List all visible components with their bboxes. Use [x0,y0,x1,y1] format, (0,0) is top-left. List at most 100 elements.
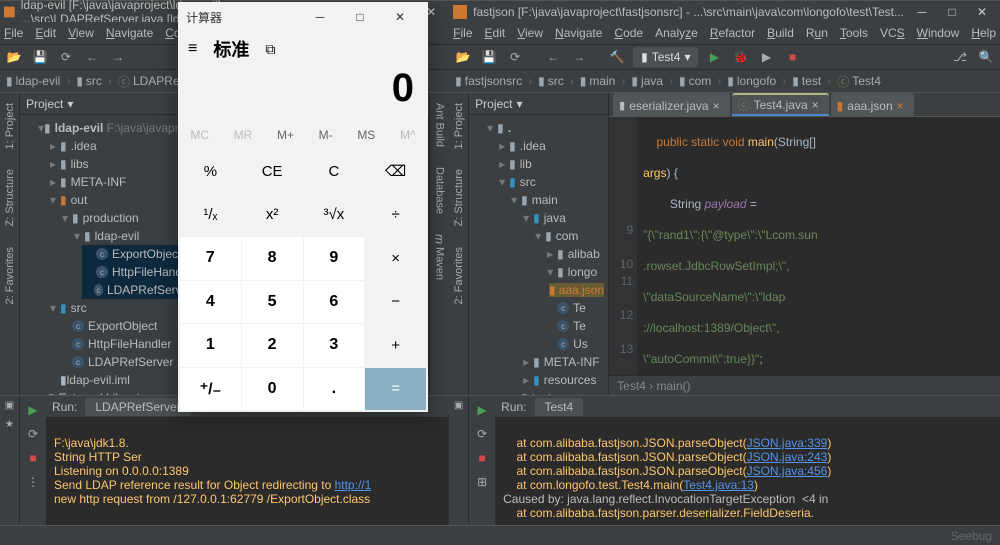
tab-deserializer[interactable]: ▮eserializer.java× [613,93,729,116]
open-icon[interactable]: 📂 [4,47,24,67]
open-icon[interactable]: 📂 [453,47,473,67]
run-icon[interactable]: ▶ [472,400,492,420]
key-mul[interactable]: × [365,237,426,280]
git-icon[interactable]: ⎇ [950,47,970,67]
sync-icon[interactable]: ⟳ [56,47,76,67]
project-tree-right[interactable]: ▾▮. ▸▮.idea ▸▮lib ▾▮src ▾▮main ▾▮java ▾▮… [469,115,608,395]
key-sq[interactable]: x² [242,194,303,237]
tab-aaajson[interactable]: ▮aaa.json× [831,93,914,116]
tab-test4[interactable]: ⓒTest4.java× [732,93,829,116]
menu-view[interactable]: View [68,26,94,40]
more-icon[interactable]: ⋮ [23,472,43,492]
menu-file[interactable]: File [4,26,23,40]
key-5[interactable]: 5 [242,281,303,324]
run-output-right[interactable]: at com.alibaba.fastjson.JSON.parseObject… [495,418,1000,525]
menu-tools[interactable]: Tools [840,26,868,40]
search-icon[interactable]: 🔍 [976,47,996,67]
back-icon[interactable]: ← [543,47,563,67]
tool-structure[interactable]: Z: Structure [453,163,465,232]
menu-vcs[interactable]: VCS [880,26,905,40]
maximize-button[interactable]: □ [340,2,380,32]
hamburger-icon[interactable]: ≡ [188,40,197,58]
mem-mr[interactable]: MR [234,128,253,142]
key-3[interactable]: 3 [304,324,365,367]
tree-root[interactable]: ldap-evil [55,121,104,135]
key-c[interactable]: C [304,150,365,193]
key-1[interactable]: 1 [180,324,241,367]
menu-code[interactable]: Code [614,26,643,40]
tool-favorites[interactable]: 2: Favorites [4,241,16,310]
close-button[interactable]: ✕ [968,2,996,22]
menu-navigate[interactable]: Navigate [106,26,153,40]
code-body-right[interactable]: public static void main(String[] args) {… [637,117,1000,375]
menu-build[interactable]: Build [767,26,794,40]
crumb-src[interactable]: src [86,74,102,88]
forward-icon[interactable]: → [569,47,589,67]
mem-mminus[interactable]: M- [319,128,333,142]
mem-mc[interactable]: MC [190,128,209,142]
run-icon[interactable]: ▶ [704,47,724,67]
key-backspace[interactable]: ⌫ [365,150,426,193]
sync-icon[interactable]: ⟳ [505,47,525,67]
minimize-button[interactable]: ─ [908,2,936,22]
menu-run[interactable]: Run [806,26,828,40]
key-6[interactable]: 6 [304,281,365,324]
run-link[interactable]: http://1 [335,478,372,492]
forward-icon[interactable]: → [108,47,128,67]
key-dot[interactable]: . [304,368,365,411]
run-config-select[interactable]: ▮Test4▾ [633,47,698,67]
layout-icon[interactable]: ⊞ [472,472,492,492]
run-output[interactable]: F:\java\jdk1.8. String HTTP Ser Listenin… [46,418,449,525]
key-neg[interactable]: ⁺/₋ [180,368,241,411]
key-percent[interactable]: % [180,150,241,193]
menu-window[interactable]: Window [917,26,960,40]
mem-mhat[interactable]: M^ [400,128,416,142]
close-button[interactable]: ✕ [380,2,420,32]
key-2[interactable]: 2 [242,324,303,367]
menu-refactor[interactable]: Refactor [710,26,755,40]
tool-structure[interactable]: Z: Structure [4,163,16,232]
run-icon[interactable]: ▶ [23,400,43,420]
key-ce[interactable]: CE [242,150,303,193]
coverage-icon[interactable]: ▶ [756,47,776,67]
menu-help[interactable]: Help [971,26,996,40]
menu-file[interactable]: File [453,26,472,40]
key-recip[interactable]: ¹/ₓ [180,194,241,237]
maximize-button[interactable]: □ [938,2,966,22]
tool-maven[interactable]: m Maven [433,228,447,286]
menu-edit[interactable]: Edit [35,26,56,40]
menu-navigate[interactable]: Navigate [555,26,602,40]
keep-on-top-icon[interactable]: ⧉ [265,41,275,58]
stop-icon[interactable]: ■ [472,448,492,468]
debug-icon[interactable]: 🐞 [730,47,750,67]
save-icon[interactable]: 💾 [479,47,499,67]
minimize-button[interactable]: ─ [300,2,340,32]
key-7[interactable]: 7 [180,237,241,280]
rerun-icon[interactable]: ⟳ [472,424,492,444]
menu-analyze[interactable]: Analyze [655,26,698,40]
mem-ms[interactable]: MS [357,128,375,142]
key-div[interactable]: ÷ [365,194,426,237]
mem-mplus[interactable]: M+ [277,128,294,142]
stop-icon[interactable]: ■ [782,47,802,67]
key-cuberoot[interactable]: ³√x [304,194,365,237]
key-8[interactable]: 8 [242,237,303,280]
tool-project[interactable]: 1: Project [4,97,16,155]
stop-icon[interactable]: ■ [23,448,43,468]
project-tree[interactable]: ▾▮ldap-evil F:\java\javaproject... ▸▮.id… [20,115,199,395]
menu-edit[interactable]: Edit [485,26,506,40]
tool-favorites[interactable]: 2: Favorites [453,241,465,310]
tool-project[interactable]: 1: Project [453,97,465,155]
key-eq[interactable]: = [365,368,426,411]
key-add[interactable]: + [365,324,426,367]
run-config-tab[interactable]: Test4 [535,398,584,416]
back-icon[interactable]: ← [82,47,102,67]
save-icon[interactable]: 💾 [30,47,50,67]
key-0[interactable]: 0 [242,368,303,411]
key-sub[interactable]: − [365,281,426,324]
crumb-root[interactable]: ldap-evil [16,74,61,88]
key-4[interactable]: 4 [180,281,241,324]
tool-antbuild[interactable]: Ant Build [434,97,446,153]
menu-view[interactable]: View [517,26,543,40]
tool-database[interactable]: Database [434,161,446,220]
